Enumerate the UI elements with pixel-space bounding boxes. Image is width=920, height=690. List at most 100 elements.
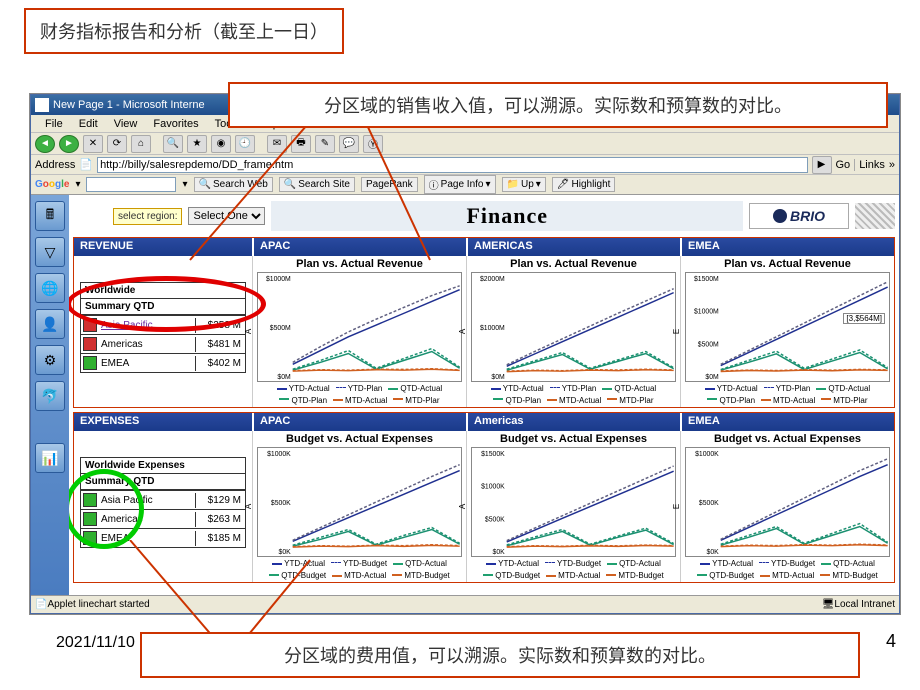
pagerank-button[interactable]: PageRank xyxy=(361,177,418,192)
table-row: EMEA $185 M xyxy=(81,528,245,547)
chart-expenses-apac: Budget vs. Actual Expenses A$0K$500K$100… xyxy=(252,431,466,582)
menu-favorites[interactable]: Favorites xyxy=(145,118,206,130)
svg-text:$1500K: $1500K xyxy=(481,451,505,458)
search-button[interactable]: 🔍 xyxy=(163,135,183,153)
chart-legend: YTD-ActualYTD-BudgetQTD-ActualQTD-Budget… xyxy=(257,559,462,580)
header-decoration xyxy=(855,203,895,229)
svg-text:$500K: $500K xyxy=(271,500,291,507)
stop-button[interactable]: ✕ xyxy=(83,135,103,153)
expenses-summary-title2: Summary QTD xyxy=(81,474,245,490)
table-row: Americas $481 M xyxy=(81,334,245,353)
chart-annotation: [3,$564M] xyxy=(843,313,885,324)
svg-text:$1000M: $1000M xyxy=(694,309,719,316)
status-indicator-red xyxy=(83,318,97,332)
chart-title: Plan vs. Actual Revenue xyxy=(257,258,462,270)
google-dropdown-icon[interactable]: ▾ xyxy=(75,179,80,190)
legend-item: MTD-Budget xyxy=(392,571,449,581)
legend-item: QTD-Actual xyxy=(393,559,447,569)
links-label[interactable]: Links xyxy=(854,159,885,171)
ylabel: A xyxy=(244,504,253,509)
links-chevron-icon[interactable]: » xyxy=(889,159,895,171)
svg-text:$2000M: $2000M xyxy=(480,276,505,283)
legend-item: YTD-Actual xyxy=(705,384,758,394)
page-info-button[interactable]: ⓘPage Info▾ xyxy=(424,175,496,194)
browser-window: New Page 1 - Microsoft Interne File Edit… xyxy=(30,94,900,614)
chart-expenses-americas: Budget vs. Actual Expenses A$0K$500K$100… xyxy=(466,431,680,582)
sidebar-person-icon[interactable]: 👤 xyxy=(35,309,65,339)
revenue-header-emea: EMEA xyxy=(680,238,894,256)
back-button[interactable]: ◄ xyxy=(35,135,55,153)
menu-file[interactable]: File xyxy=(37,118,71,130)
revenue-summary-title1: Worldwide xyxy=(81,283,245,299)
menu-view[interactable]: View xyxy=(106,118,146,130)
revenue-label: REVENUE xyxy=(74,238,252,256)
legend-item: YTD-Plan xyxy=(550,384,597,394)
forward-button[interactable]: ► xyxy=(59,135,79,153)
legend-item: YTD-Plan xyxy=(336,384,383,394)
extra-button[interactable]: Ⓨ xyxy=(363,135,383,153)
highlight-button[interactable]: 🖊Highlight xyxy=(552,177,616,192)
status-indicator-green xyxy=(83,512,97,526)
sidebar-gears-icon[interactable]: ⚙ xyxy=(35,345,65,375)
svg-text:$1000M: $1000M xyxy=(266,276,291,283)
home-button[interactable]: ⌂ xyxy=(131,135,151,153)
ylabel: A xyxy=(458,504,467,509)
svg-text:$500M: $500M xyxy=(270,325,291,332)
menu-edit[interactable]: Edit xyxy=(71,118,106,130)
expenses-emea-name: EMEA xyxy=(99,531,195,546)
sidebar-globe-icon[interactable]: 🌐 xyxy=(35,273,65,303)
expenses-summary-table: Worldwide Expenses Summary QTD Asia Paci… xyxy=(80,457,246,548)
status-applet-icon: 📄 xyxy=(35,599,47,610)
history-button[interactable]: 🕘 xyxy=(235,135,255,153)
select-region-label: select region: xyxy=(113,208,182,225)
legend-item: MTD-Actual xyxy=(760,571,814,581)
legend-item: MTD-Plar xyxy=(821,396,867,406)
revenue-apac-value: $258 M xyxy=(195,318,245,333)
expenses-americas-name: Americas xyxy=(99,512,195,527)
revenue-summary-title2: Summary QTD xyxy=(81,299,245,315)
sidebar-chart-icon[interactable]: 📊 xyxy=(35,443,65,473)
go-button[interactable]: ▶ xyxy=(812,156,832,174)
search-web-button[interactable]: 🔍Search Web xyxy=(194,177,273,192)
search-site-button[interactable]: 🔍Search Site xyxy=(279,177,355,192)
ylabel: A xyxy=(244,329,253,334)
favorites-button[interactable]: ★ xyxy=(187,135,207,153)
go-label: Go xyxy=(836,159,851,171)
svg-text:$0M: $0M xyxy=(277,374,291,381)
chart-title: Plan vs. Actual Revenue xyxy=(685,258,890,270)
sidebar-funnel-icon[interactable]: ▽ xyxy=(35,237,65,267)
expenses-label: EXPENSES xyxy=(74,413,252,431)
up-button[interactable]: 📁Up▾ xyxy=(502,177,546,192)
legend-item: QTD-Budget xyxy=(483,571,540,581)
legend-item: YTD-Plan xyxy=(764,384,811,394)
google-search-input[interactable] xyxy=(86,177,176,192)
chart-revenue-emea: Plan vs. Actual Revenue E$0M$500M$1000M$… xyxy=(680,256,894,407)
ie-icon xyxy=(35,98,49,112)
sidebar-calculator-icon[interactable]: 🖩 xyxy=(35,201,65,231)
address-input[interactable] xyxy=(97,157,807,173)
expenses-section: EXPENSES APAC Americas EMEA Worldwide Ex… xyxy=(73,412,895,583)
legend-item: MTD-Actual xyxy=(333,396,387,406)
region-select[interactable]: Select One xyxy=(188,207,265,225)
svg-text:$0K: $0K xyxy=(707,549,720,556)
refresh-button[interactable]: ⟳ xyxy=(107,135,127,153)
edit-button[interactable]: ✎ xyxy=(315,135,335,153)
expenses-emea-value: $185 M xyxy=(195,531,245,546)
svg-text:$500K: $500K xyxy=(485,516,505,523)
google-search-dropdown-icon[interactable]: ▾ xyxy=(182,179,187,190)
legend-item: YTD-Budget xyxy=(331,559,387,569)
mail-button[interactable]: ✉ xyxy=(267,135,287,153)
print-button[interactable]: 🖶 xyxy=(291,135,311,153)
media-button[interactable]: ◉ xyxy=(211,135,231,153)
discuss-button[interactable]: 💬 xyxy=(339,135,359,153)
sidebar-whale-icon[interactable]: 🐬 xyxy=(35,381,65,411)
chart-revenue-americas: Plan vs. Actual Revenue A$0M$1000M$2000M… xyxy=(466,256,680,407)
legend-item: QTD-Actual xyxy=(607,559,661,569)
revenue-americas-name: Americas xyxy=(99,337,195,352)
page-title: Finance xyxy=(271,201,743,231)
legend-item: QTD-Actual xyxy=(602,384,656,394)
table-row: EMEA $402 M xyxy=(81,353,245,372)
expenses-header-apac: APAC xyxy=(252,413,466,431)
link-asia-pacific[interactable]: Asia Pacific xyxy=(101,320,153,331)
revenue-section: REVENUE APAC AMERICAS EMEA Worldwide Sum… xyxy=(73,237,895,408)
